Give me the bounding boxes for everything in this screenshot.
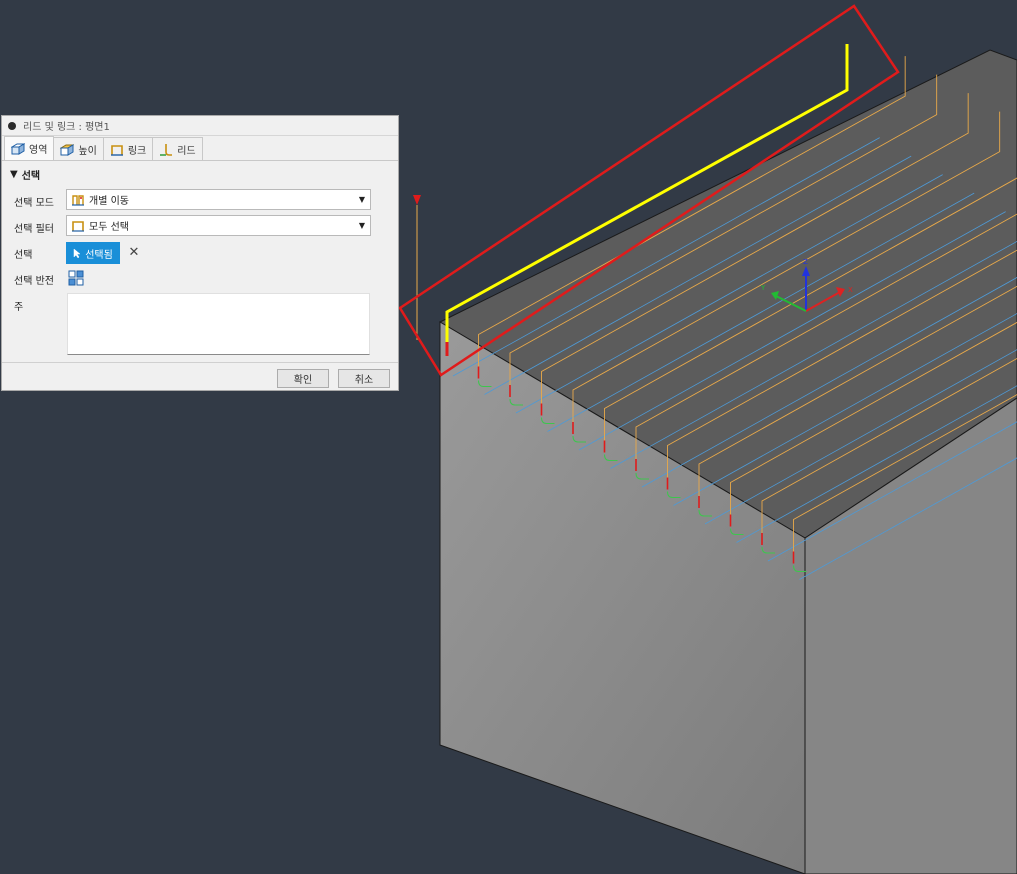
selection-filter-dropdown[interactable]: 모두 선택 ▼ <box>66 215 371 236</box>
selection-section-header[interactable]: ▼ 선택 <box>2 161 398 182</box>
dialog-footer: 확인 취소 <box>2 362 398 391</box>
selection-mode-value: 개별 이동 <box>89 196 129 207</box>
invert-row: 선택 반전 <box>14 272 66 287</box>
height-icon <box>60 143 75 156</box>
dialog-title: 리드 및 링크 : 평면1 <box>23 122 110 133</box>
tab-region[interactable]: 영역 <box>4 136 55 160</box>
selection-filter-value: 모두 선택 <box>89 222 129 233</box>
invert-selection-label: 선택 반전 <box>14 276 54 287</box>
entry-marker <box>413 195 421 205</box>
tab-lead-label: 리드 <box>177 145 196 157</box>
select-all-icon <box>72 220 84 232</box>
selection-mode-label: 선택 모드 <box>14 198 54 209</box>
chevron-down-icon: ▼ <box>358 221 365 230</box>
selection-label: 선택 <box>14 250 33 261</box>
tab-height-label: 높이 <box>78 145 97 157</box>
section-toggle-icon: ▼ <box>10 169 18 180</box>
section-title: 선택 <box>21 171 41 182</box>
dialog-titlebar: 리드 및 링크 : 평면1 <box>2 116 398 136</box>
note-label: 주 <box>14 302 24 313</box>
tab-link[interactable]: 링크 <box>102 137 154 160</box>
note-row: 주 <box>14 298 66 313</box>
clear-selection-icon[interactable]: ✕ <box>127 244 141 260</box>
link-icon <box>110 144 123 156</box>
selection-button-label: 선택됨 <box>85 249 113 261</box>
selection-mode-row: 선택 모드 <box>14 194 66 209</box>
chevron-down-icon: ▼ <box>358 195 365 204</box>
tab-height[interactable]: 높이 <box>53 137 104 160</box>
ok-button[interactable]: 확인 <box>277 369 329 388</box>
selection-row: 선택 <box>14 246 66 261</box>
region-icon <box>11 143 25 155</box>
selection-filter-row: 선택 필터 <box>14 220 66 235</box>
cursor-icon <box>73 247 81 258</box>
selection-button[interactable]: 선택됨 <box>66 242 120 264</box>
individual-move-icon <box>72 194 84 206</box>
collapse-icon[interactable] <box>8 121 16 130</box>
axis-label-z: Z <box>803 258 808 266</box>
selection-mode-dropdown[interactable]: 개별 이동 ▼ <box>66 189 371 210</box>
tab-lead[interactable]: 리드 <box>152 137 203 160</box>
tab-region-label: 영역 <box>29 145 48 156</box>
axis-label-x: X <box>848 286 853 294</box>
invert-selection-icon[interactable] <box>68 270 84 286</box>
lead-icon <box>160 143 173 156</box>
cancel-button[interactable]: 취소 <box>338 369 390 388</box>
selection-filter-label: 선택 필터 <box>14 224 54 235</box>
dialog-tabs: 영역 높이 링크 리드 <box>2 136 398 161</box>
tab-link-label: 링크 <box>127 145 147 157</box>
lead-link-dialog: 리드 및 링크 : 평면1 영역 높이 링크 리드 ▼ 선택 선택 모드 개별 … <box>1 115 399 391</box>
note-field[interactable] <box>67 293 370 355</box>
axis-label-y: Y <box>760 284 766 292</box>
